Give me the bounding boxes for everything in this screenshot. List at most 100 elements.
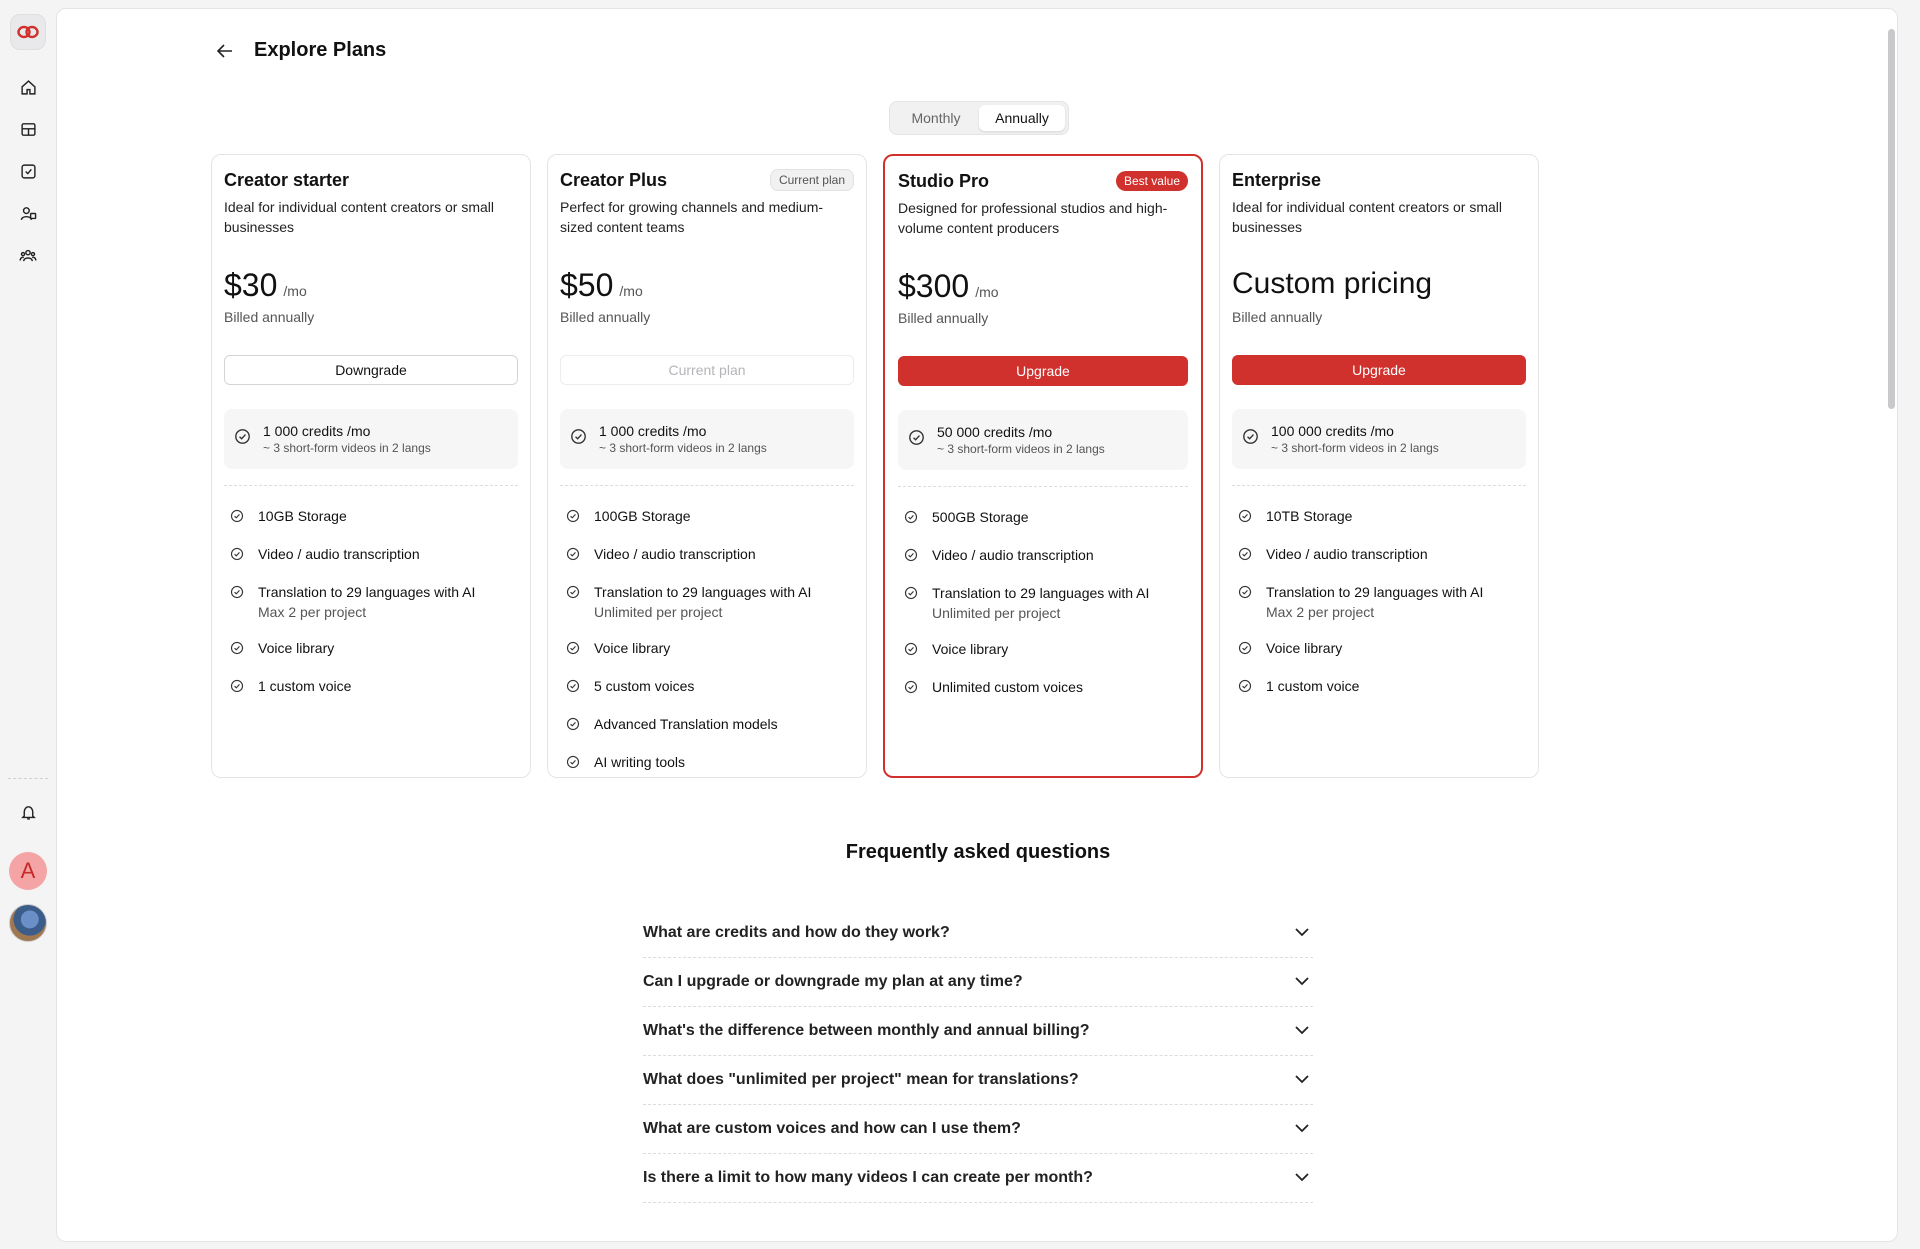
toggle-monthly[interactable]: Monthly	[893, 105, 979, 131]
billing-note: Billed annually	[1232, 309, 1323, 325]
feature-item: 10TB Storage	[1232, 498, 1526, 536]
plan-cta-button[interactable]: Upgrade	[898, 356, 1188, 386]
feature-text: Advanced Translation models	[594, 716, 778, 732]
feature-text: 5 custom voices	[594, 678, 695, 694]
feature-item: 1 custom voice	[224, 668, 518, 706]
price-unit: /mo	[619, 283, 643, 299]
feature-item: 10GB Storage	[224, 498, 518, 536]
feature-list: 10GB Storage Video / audio transcription…	[224, 498, 518, 706]
plan-cta-button: Current plan	[560, 355, 854, 385]
feature-text: Voice library	[1266, 640, 1343, 656]
check-circle-icon	[234, 428, 251, 450]
price-unit: /mo	[975, 284, 999, 300]
user-avatar-photo[interactable]	[9, 904, 47, 942]
credits-amount: 1 000 credits /mo	[599, 423, 707, 439]
feature-item: Voice library	[898, 631, 1188, 669]
feature-text: Unlimited custom voices	[932, 679, 1083, 695]
feature-item: Video / audio transcription	[898, 537, 1188, 575]
faq-item[interactable]: Is there a limit to how many videos I ca…	[643, 1154, 1313, 1203]
bell-icon[interactable]	[16, 800, 40, 824]
faq-question: Can I upgrade or downgrade my plan at an…	[643, 973, 1023, 990]
plan-description: Ideal for individual content creators or…	[1232, 199, 1503, 235]
faq-question: What does "unlimited per project" mean f…	[643, 1071, 1079, 1088]
feature-item: Translation to 29 languages with AI Max …	[1232, 574, 1526, 630]
check-circle-icon	[1238, 509, 1252, 528]
check-circle-icon	[230, 585, 244, 604]
feature-item: Translation to 29 languages with AI Max …	[224, 574, 518, 630]
grid-icon[interactable]	[16, 117, 40, 141]
feature-text: Voice library	[258, 640, 335, 656]
plan-description: Designed for professional studios and hi…	[898, 200, 1168, 236]
faq-item[interactable]: What does "unlimited per project" mean f…	[643, 1056, 1313, 1105]
check-circle-icon	[1238, 547, 1252, 566]
billing-note: Billed annually	[898, 310, 989, 326]
users-shapes-icon[interactable]	[16, 201, 40, 225]
check-circle-icon	[1238, 585, 1252, 604]
check-circle-icon	[904, 586, 918, 605]
checkbox-icon[interactable]	[16, 159, 40, 183]
credits-estimate: ~ 3 short-form videos in 2 langs	[599, 441, 767, 455]
team-icon[interactable]	[16, 243, 40, 267]
chevron-down-icon	[1295, 1071, 1309, 1089]
faq-question: Is there a limit to how many videos I ca…	[643, 1169, 1093, 1186]
feature-text: 10GB Storage	[258, 508, 347, 524]
check-circle-icon	[230, 679, 244, 698]
user-avatar-letter[interactable]: A	[9, 852, 47, 890]
logo-icon[interactable]	[10, 14, 46, 50]
plan-name: Creator Plus	[560, 169, 668, 190]
divider	[224, 485, 518, 486]
faq-question: What are custom voices and how can I use…	[643, 1120, 1021, 1137]
feature-text: AI writing tools	[594, 754, 686, 770]
plan-price: $300	[898, 268, 970, 304]
home-icon[interactable]	[16, 75, 40, 99]
feature-text: Translation to 29 languages with AI	[594, 584, 812, 600]
faq-item[interactable]: What are credits and how do they work?	[643, 909, 1313, 958]
credits-estimate: ~ 3 short-form videos in 2 langs	[263, 441, 431, 455]
back-arrow-icon[interactable]	[214, 40, 236, 62]
feature-item: Video / audio transcription	[224, 536, 518, 574]
divider	[560, 485, 854, 486]
faq-title: Frequently asked questions	[845, 841, 1111, 863]
check-circle-icon	[566, 717, 580, 736]
faq-item[interactable]: What's the difference between monthly an…	[643, 1007, 1313, 1056]
check-circle-icon	[1238, 679, 1252, 698]
feature-list: 500GB Storage Video / audio transcriptio…	[898, 499, 1188, 707]
plan-price: $50	[560, 267, 614, 303]
feature-text: Video / audio transcription	[932, 547, 1094, 563]
billing-toggle: Monthly Annually	[889, 101, 1069, 135]
faq-item[interactable]: Can I upgrade or downgrade my plan at an…	[643, 958, 1313, 1007]
check-circle-icon	[908, 429, 925, 451]
credits-estimate: ~ 3 short-form videos in 2 langs	[1271, 441, 1439, 455]
chevron-down-icon	[1295, 1120, 1309, 1138]
credits-estimate: ~ 3 short-form videos in 2 langs	[937, 442, 1105, 456]
credits-box: 100 000 credits /mo ~ 3 short-form video…	[1232, 409, 1526, 469]
credits-box: 1 000 credits /mo ~ 3 short-form videos …	[224, 409, 518, 469]
credits-amount: 50 000 credits /mo	[937, 424, 1053, 440]
toggle-annually[interactable]: Annually	[979, 105, 1065, 131]
page-header: Explore Plans	[214, 39, 386, 62]
scrollbar[interactable]	[1888, 29, 1895, 409]
feature-item: 1 custom voice	[1232, 668, 1526, 706]
faq-item[interactable]: What are custom voices and how can I use…	[643, 1105, 1313, 1154]
feature-item: Voice library	[560, 630, 854, 668]
plan-cta-button[interactable]: Upgrade	[1232, 355, 1526, 385]
divider	[1232, 485, 1526, 486]
check-circle-icon	[566, 679, 580, 698]
credits-amount: 100 000 credits /mo	[1271, 423, 1394, 439]
feature-text: Voice library	[594, 640, 671, 656]
credits-box: 50 000 credits /mo ~ 3 short-form videos…	[898, 410, 1188, 470]
check-circle-icon	[1238, 641, 1252, 660]
feature-item: Video / audio transcription	[1232, 536, 1526, 574]
feature-list: 10TB Storage Video / audio transcription…	[1232, 498, 1526, 706]
chevron-down-icon	[1295, 1169, 1309, 1187]
plan-cta-button[interactable]: Downgrade	[224, 355, 518, 385]
check-circle-icon	[904, 510, 918, 529]
plan-price: Custom pricing	[1232, 267, 1433, 300]
plan-name: Studio Pro	[898, 170, 989, 191]
check-circle-icon	[566, 509, 580, 528]
feature-text: 10TB Storage	[1266, 508, 1353, 524]
feature-item: Translation to 29 languages with AI Unli…	[560, 574, 854, 630]
check-circle-icon	[230, 641, 244, 660]
feature-item: AI writing tools	[560, 744, 854, 782]
feature-list: 100GB Storage Video / audio transcriptio…	[560, 498, 854, 782]
